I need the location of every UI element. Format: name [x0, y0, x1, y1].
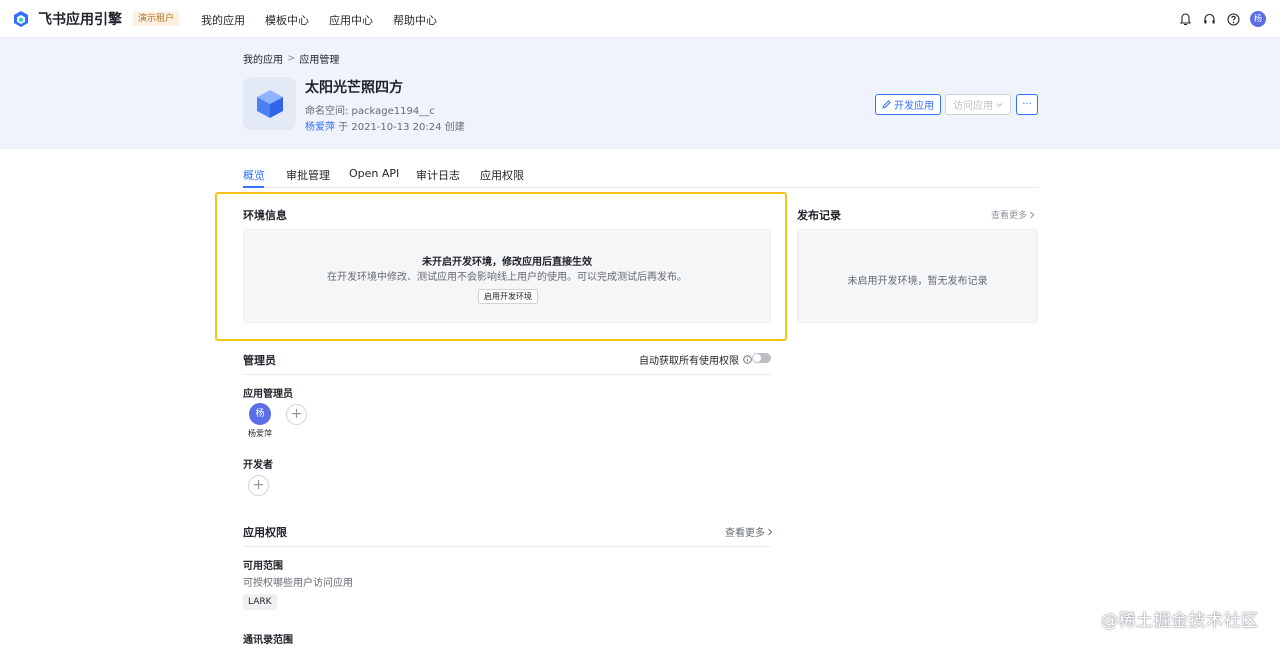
develop-app-label: 开发应用 [894, 101, 934, 112]
breadcrumb-root[interactable]: 我的应用 [243, 51, 283, 66]
logo-text: 飞书应用引擎 [38, 12, 122, 28]
created-time: 于 2021-10-13 20:24 创建 [335, 122, 465, 133]
top-navbar: 飞书应用引擎 演示租户 我的应用 模板中心 应用中心 帮助中心 杨 [0, 0, 1280, 38]
env-headline: 未开启开发环境，修改应用后直接生效 [422, 257, 592, 268]
enable-dev-env-button[interactable]: 启用开发环境 [478, 289, 538, 304]
permissions-view-more-label: 查看更多 [725, 528, 765, 539]
visit-app-button[interactable]: 访问应用 [945, 94, 1011, 115]
user-avatar[interactable]: 杨 [1250, 11, 1266, 27]
auto-permission-setting: 自动获取所有使用权限 [639, 352, 752, 367]
admins-title: 管理员 [243, 354, 276, 367]
app-icon [243, 77, 296, 130]
permissions-view-more-link[interactable]: 查看更多 [725, 524, 773, 539]
env-info-card: 未开启开发环境，修改应用后直接生效 在开发环境中修改、测试应用不会影响线上用户的… [243, 229, 771, 323]
permissions-title: 应用权限 [243, 526, 287, 539]
tab-open-api[interactable]: Open API [349, 167, 399, 180]
edit-icon [882, 100, 891, 109]
breadcrumb-current: 应用管理 [299, 55, 340, 66]
headset-icon[interactable] [1202, 12, 1217, 27]
tab-approval[interactable]: 审批管理 [286, 167, 330, 183]
env-info-title: 环境信息 [243, 209, 287, 222]
info-icon [743, 355, 752, 364]
chevron-right-icon [768, 528, 773, 535]
cube-icon [256, 89, 283, 118]
tab-audit-log[interactable]: 审计日志 [416, 167, 460, 183]
bell-icon[interactable] [1178, 12, 1193, 27]
watermark: @稀土掘金技术社区 [1101, 611, 1259, 631]
visit-app-label: 访问应用 [953, 101, 993, 112]
chevron-down-icon [996, 103, 1003, 107]
permissions-divider [243, 546, 771, 547]
nav-template-center[interactable]: 模板中心 [265, 12, 309, 28]
release-records-title: 发布记录 [797, 209, 841, 222]
scope-title: 可用范围 [243, 561, 283, 572]
toggle-knob [753, 354, 761, 362]
release-records-card: 未启用开发环境，暂无发布记录 [797, 229, 1038, 323]
add-admin-button[interactable]: + [286, 404, 307, 425]
scope-tag: LARK [243, 594, 277, 610]
admin-name: 杨爱萍 [248, 429, 272, 438]
contacts-scope-title: 通讯录范围 [243, 635, 293, 646]
developers-title: 开发者 [243, 460, 273, 471]
env-description: 在开发环境中修改、测试应用不会影响线上用户的使用。可以完成测试后再发布。 [327, 272, 687, 283]
breadcrumb: 我的应用 > 应用管理 [243, 51, 339, 66]
add-developer-button[interactable]: + [248, 475, 269, 496]
app-title: 太阳光芒照四方 [305, 80, 403, 96]
app-header-band [0, 38, 1280, 149]
tab-overview[interactable]: 概览 [243, 167, 265, 183]
app-namespace: 命名空间: package1194__c [305, 106, 435, 117]
develop-app-button[interactable]: 开发应用 [875, 94, 941, 115]
more-actions-button[interactable]: ··· [1016, 94, 1038, 115]
auto-permission-label: 自动获取所有使用权限 [639, 356, 739, 367]
release-view-more-label: 查看更多 [991, 211, 1028, 221]
nav-help-center[interactable]: 帮助中心 [393, 12, 437, 28]
app-created-info: 杨爱萍 于 2021-10-13 20:24 创建 [305, 118, 465, 133]
tab-app-permissions[interactable]: 应用权限 [480, 167, 524, 183]
nav-app-center[interactable]: 应用中心 [329, 12, 373, 28]
scope-description: 可授权哪些用户访问应用 [243, 578, 353, 589]
active-tab-indicator [243, 186, 264, 188]
nav-icon-group: 杨 [1178, 11, 1266, 27]
logo-icon [14, 11, 28, 27]
creator-link[interactable]: 杨爱萍 [305, 122, 335, 133]
help-icon[interactable] [1226, 12, 1241, 27]
tab-bar: 概览 审批管理 Open API 审计日志 应用权限 [243, 166, 1038, 188]
breadcrumb-separator: > [287, 53, 296, 64]
nav-my-apps[interactable]: 我的应用 [201, 12, 245, 28]
release-empty-text: 未启用开发环境，暂无发布记录 [847, 276, 988, 287]
tenant-badge: 演示租户 [133, 12, 180, 26]
admins-divider [243, 374, 771, 375]
chevron-right-icon [1030, 211, 1035, 218]
release-view-more-link[interactable]: 查看更多 [991, 208, 1035, 221]
admin-avatar[interactable]: 杨 [249, 403, 271, 425]
app-admins-title: 应用管理员 [243, 389, 293, 400]
logo[interactable]: 飞书应用引擎 [12, 9, 122, 29]
auto-permission-toggle[interactable] [752, 353, 771, 363]
